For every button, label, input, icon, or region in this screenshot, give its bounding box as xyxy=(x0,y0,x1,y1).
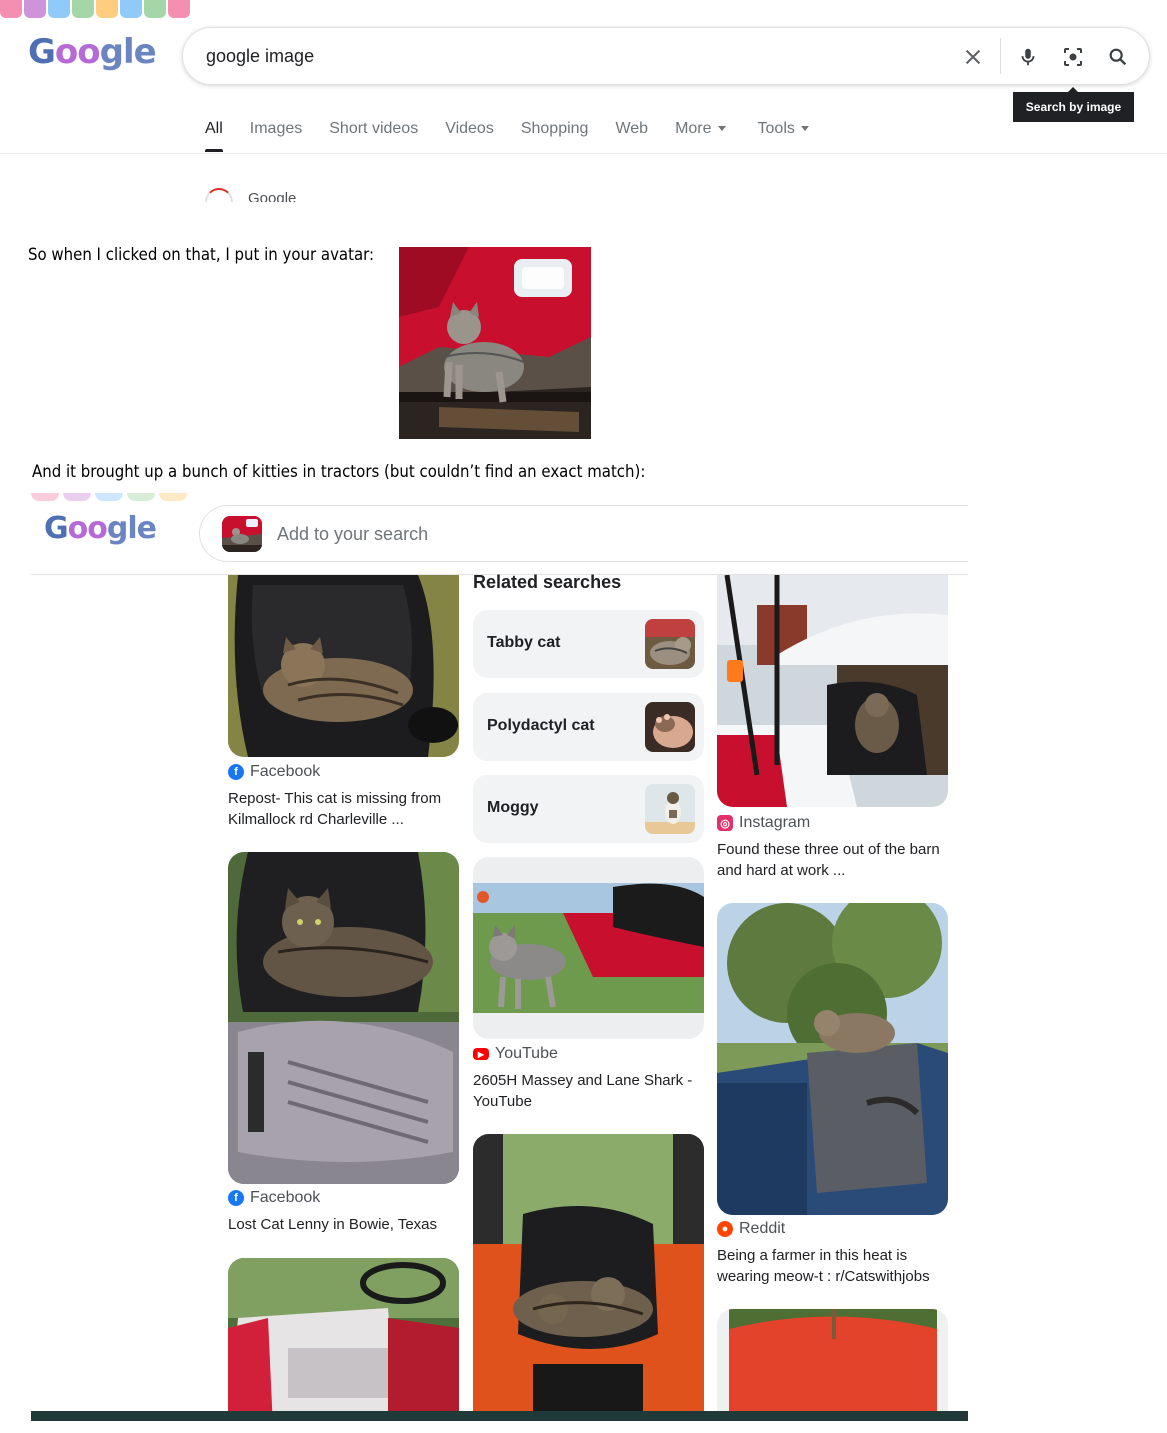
result-source[interactable]: ▶ YouTube xyxy=(473,1045,558,1063)
doodle-banner xyxy=(0,0,190,20)
facebook-icon: f xyxy=(228,1190,244,1206)
related-search-thumbnail xyxy=(645,784,695,834)
result-caption[interactable]: Repost- This cat is missing from Kilmall… xyxy=(228,788,463,830)
result-caption[interactable]: 2605H Massey and Lane Shark - YouTube xyxy=(473,1070,703,1112)
tab-all[interactable]: All xyxy=(205,120,223,154)
clear-icon[interactable] xyxy=(958,42,988,72)
related-search-label: Polydactyl cat xyxy=(487,717,595,734)
comment-text-2: And it brought up a bunch of kitties in … xyxy=(32,462,646,482)
google-favicon-icon xyxy=(205,188,233,202)
microphone-icon[interactable] xyxy=(1013,42,1043,72)
result-image[interactable] xyxy=(228,852,459,1184)
camera-lens-icon[interactable] xyxy=(1058,42,1088,72)
chevron-down-icon xyxy=(800,126,809,132)
tab-videos[interactable]: Videos xyxy=(445,120,494,154)
result-image[interactable] xyxy=(228,575,459,757)
result-caption[interactable]: Lost Cat Lenny in Bowie, Texas xyxy=(228,1214,463,1235)
partial-result: Google xyxy=(205,188,296,202)
search-tabs: All Images Short videos Videos Shopping … xyxy=(205,120,836,154)
doodle-banner-faded xyxy=(31,493,191,501)
related-searches-heading: Related searches xyxy=(473,572,622,592)
tab-web[interactable]: Web xyxy=(615,120,648,154)
related-search-thumbnail xyxy=(645,702,695,752)
search-divider xyxy=(1000,38,1001,74)
result-image[interactable] xyxy=(473,857,704,1039)
result-image[interactable] xyxy=(473,1134,704,1421)
result-source-label: Facebook xyxy=(250,763,321,780)
result-source[interactable]: f Facebook xyxy=(228,763,320,781)
result-image[interactable] xyxy=(717,903,948,1215)
tab-more[interactable]: More xyxy=(675,120,726,154)
query-image-thumbnail[interactable] xyxy=(222,516,262,552)
tab-tools[interactable]: Tools xyxy=(758,120,809,154)
result-image[interactable] xyxy=(717,575,948,807)
result-source-label: Reddit xyxy=(739,1220,786,1237)
search-input[interactable]: google image xyxy=(206,46,314,67)
bottom-bar xyxy=(31,1411,968,1421)
tab-tools-label: Tools xyxy=(757,120,795,137)
partial-result-title: Google xyxy=(248,190,297,202)
result-image[interactable] xyxy=(228,1258,459,1421)
lens-results-screenshot: Google Add to your search f Facebook Rep… xyxy=(31,493,968,1421)
reddit-icon: ● xyxy=(717,1221,733,1237)
comment-text-1: So when I clicked on that, I put in your… xyxy=(28,245,375,265)
youtube-icon: ▶ xyxy=(473,1048,489,1060)
add-to-search-input[interactable]: Add to your search xyxy=(277,524,428,545)
tabs-divider xyxy=(0,153,1167,154)
related-search-label: Tabby cat xyxy=(487,634,561,651)
tab-short-videos[interactable]: Short videos xyxy=(329,120,418,154)
result-source-label: YouTube xyxy=(495,1045,558,1062)
instagram-icon: ◎ xyxy=(717,815,733,831)
related-search-tabby-cat[interactable]: Tabby cat xyxy=(473,610,704,678)
result-source[interactable]: ◎ Instagram xyxy=(717,814,810,832)
related-search-label: Moggy xyxy=(487,799,539,816)
tab-shopping[interactable]: Shopping xyxy=(521,120,589,154)
result-source[interactable]: f Facebook xyxy=(228,1189,320,1207)
related-search-moggy[interactable]: Moggy xyxy=(473,775,704,843)
result-image[interactable] xyxy=(717,1309,948,1421)
result-source-label: Instagram xyxy=(739,814,811,831)
related-search-thumbnail xyxy=(645,619,695,669)
related-search-polydactyl-cat[interactable]: Polydactyl cat xyxy=(473,693,704,761)
result-caption[interactable]: Being a farmer in this heat is wearing m… xyxy=(717,1245,952,1287)
chevron-down-icon xyxy=(717,126,726,132)
result-source[interactable]: ● Reddit xyxy=(717,1220,785,1238)
facebook-icon: f xyxy=(228,764,244,780)
add-to-search-box[interactable]: Add to your search xyxy=(199,505,968,562)
search-box[interactable]: google image xyxy=(182,27,1150,85)
google-logo[interactable]: Google xyxy=(28,32,157,72)
result-source-label: Facebook xyxy=(250,1189,321,1206)
tab-images[interactable]: Images xyxy=(250,120,302,154)
avatar-image xyxy=(399,247,591,439)
result-caption[interactable]: Found these three out of the barn and ha… xyxy=(717,839,952,881)
tab-more-label: More xyxy=(675,120,712,137)
search-icon[interactable] xyxy=(1103,42,1133,72)
google-logo[interactable]: Google xyxy=(44,511,157,546)
search-by-image-tooltip: Search by image xyxy=(1013,87,1134,122)
